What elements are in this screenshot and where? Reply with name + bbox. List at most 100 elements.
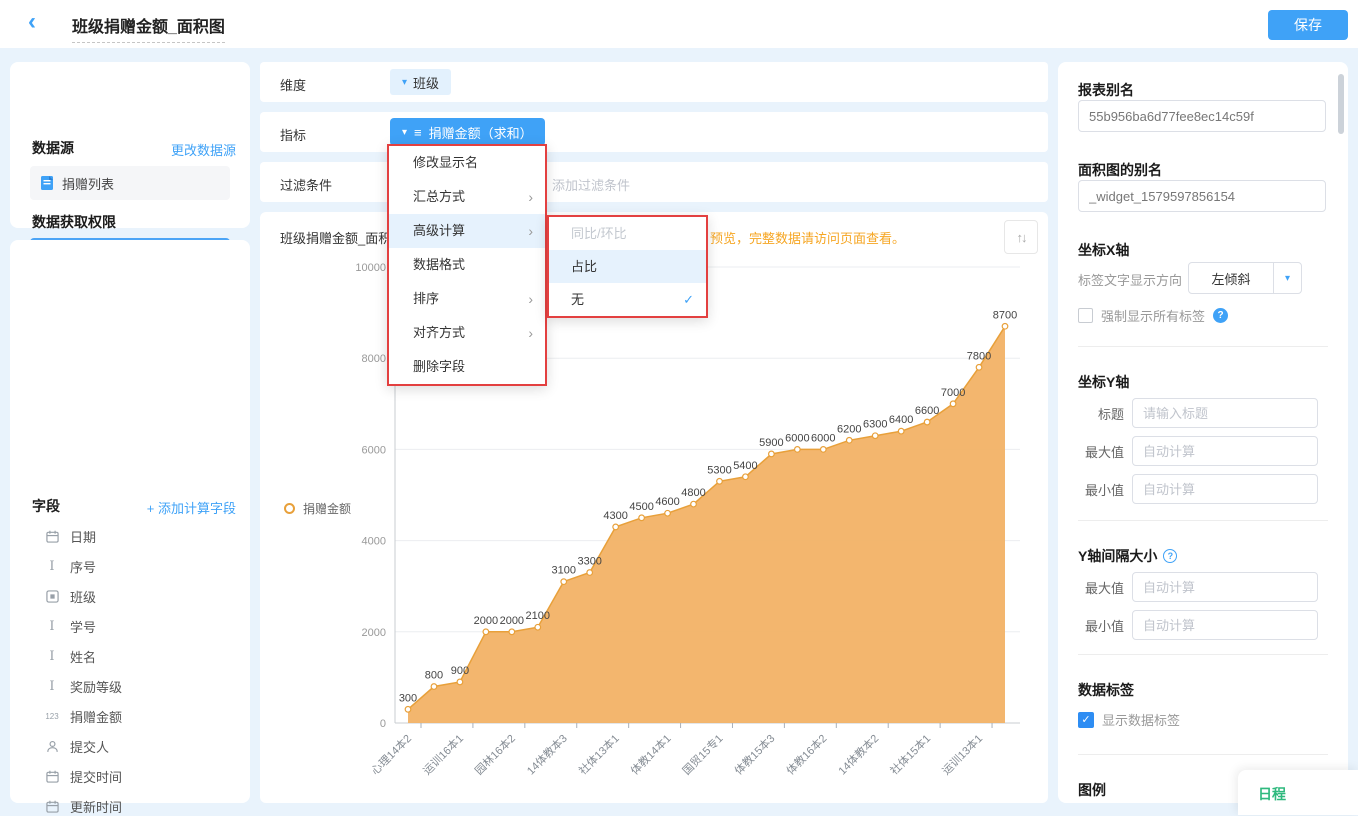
filter-row[interactable]: 过滤条件 添加过滤条件	[260, 162, 1048, 202]
divider	[1078, 654, 1328, 655]
y-axis-title-row: 标题	[1078, 398, 1318, 428]
widget-alias-title: 面积图的别名	[1078, 162, 1162, 178]
svg-text:国贸15专1: 国贸15专1	[679, 731, 725, 777]
menu-item-label: 排序	[413, 291, 440, 306]
svg-text:2000: 2000	[474, 615, 498, 627]
y-axis-min-input[interactable]	[1132, 474, 1318, 504]
y-axis-title-input[interactable]	[1132, 398, 1318, 428]
data-label-title: 数据标签	[1078, 682, 1134, 698]
datasource-item[interactable]: 捐赠列表	[30, 166, 230, 200]
field-item-submit-time[interactable]: 提交时间	[44, 766, 122, 786]
svg-text:4500: 4500	[629, 501, 653, 513]
top-header: ‹ 班级捐赠金额_面积图 保存	[0, 0, 1358, 48]
text-type-icon: I	[49, 618, 55, 634]
field-item-update-time[interactable]: 更新时间	[44, 796, 122, 816]
svg-text:7000: 7000	[941, 387, 965, 399]
field-item-submitter[interactable]: 提交人	[44, 736, 109, 756]
widget-alias-input[interactable]	[1078, 180, 1326, 212]
report-alias-input[interactable]	[1078, 100, 1326, 132]
metric-tag-label: 捐赠金额（求和）	[428, 125, 533, 141]
svg-text:3300: 3300	[577, 556, 601, 568]
schedule-widget[interactable]: 日程	[1238, 770, 1358, 815]
field-item-serial[interactable]: I 序号	[44, 556, 96, 576]
y-axis-row-label: 最大值	[1084, 444, 1124, 460]
y-interval-row-label: 最小值	[1084, 618, 1124, 634]
label-direction-select[interactable]: 左倾斜 ▾	[1188, 262, 1302, 294]
svg-text:8000: 8000	[362, 353, 386, 365]
dimension-tag[interactable]: ▾ 班级	[390, 69, 452, 95]
force-show-labels-checkbox[interactable]	[1078, 308, 1093, 323]
field-item-student-id[interactable]: I 学号	[44, 616, 96, 636]
field-item-date[interactable]: 日期	[44, 526, 96, 546]
svg-text:4000: 4000	[362, 536, 386, 548]
legend-section-title: 图例	[1078, 782, 1106, 798]
y-interval-min-input[interactable]	[1132, 610, 1318, 640]
field-item-name[interactable]: I 姓名	[44, 646, 96, 666]
svg-text:社体15本1: 社体15本1	[887, 731, 933, 777]
y-axis-row-label: 最小值	[1084, 482, 1124, 498]
svg-text:体教16本2: 体教16本2	[783, 731, 829, 777]
menu-item-rename[interactable]: 修改显示名	[389, 146, 545, 180]
divider	[1078, 346, 1328, 347]
field-label: 捐赠金额	[70, 709, 123, 725]
menu-item-delete-field[interactable]: 删除字段	[389, 350, 545, 384]
help-icon[interactable]: ?	[1163, 549, 1178, 563]
scrollbar-thumb[interactable]	[1338, 74, 1344, 134]
submenu-item-proportion[interactable]: 占比	[549, 250, 706, 283]
menu-item-sort[interactable]: 排序 ›	[389, 282, 545, 316]
add-calculated-field-link[interactable]: + 添加计算字段	[147, 498, 236, 517]
x-axis-title: 坐标X轴	[1078, 242, 1130, 258]
help-icon[interactable]: ?	[1213, 308, 1229, 323]
y-interval-row-label: 最大值	[1084, 580, 1124, 596]
show-data-labels-checkbox[interactable]: ✓	[1078, 711, 1094, 728]
text-type-icon: I	[49, 558, 55, 574]
settings-panel: 报表别名 面积图的别名 坐标X轴 标签文字显示方向 左倾斜 ▾ 强制显示所有标签…	[1058, 62, 1348, 803]
field-label: 日期	[70, 529, 97, 545]
menu-item-label: 对齐方式	[413, 325, 466, 340]
legend-label: 捐赠金额	[303, 502, 352, 516]
back-icon[interactable]: ‹	[28, 8, 36, 36]
menu-item-advanced-calc[interactable]: 高级计算 ›	[389, 214, 545, 248]
chevron-right-icon: ›	[528, 325, 533, 341]
svg-text:2000: 2000	[500, 615, 524, 627]
svg-text:社体13本1: 社体13本1	[576, 731, 622, 777]
field-label: 序号	[70, 559, 97, 575]
field-item-class[interactable]: 班级	[44, 586, 96, 606]
filter-placeholder: 添加过滤条件	[552, 178, 631, 193]
field-label: 姓名	[70, 649, 97, 665]
menu-item-alignment[interactable]: 对齐方式 ›	[389, 316, 545, 350]
chevron-down-icon: ▾	[402, 126, 408, 138]
legend-item[interactable]: 捐赠金额	[284, 500, 351, 517]
field-item-award-level[interactable]: I 奖励等级	[44, 676, 122, 696]
field-item-donation-amount[interactable]: 123 捐赠金额	[44, 706, 122, 726]
show-data-labels-label: 显示数据标签	[1102, 713, 1181, 728]
filter-label: 过滤条件	[280, 178, 333, 193]
change-datasource-link[interactable]: 更改数据源	[171, 140, 236, 159]
datasource-panel: 数据源 更改数据源 捐赠列表 数据获取权限 报表权限	[10, 62, 250, 272]
svg-text:运训13本1: 运训13本1	[939, 731, 985, 777]
svg-text:2100: 2100	[526, 610, 550, 622]
submenu-item-none[interactable]: 无 ✓	[549, 283, 706, 316]
svg-text:6000: 6000	[785, 432, 809, 444]
svg-text:5400: 5400	[733, 460, 757, 472]
menu-item-aggregation[interactable]: 汇总方式 ›	[389, 180, 545, 214]
y-interval-max-input[interactable]	[1132, 572, 1318, 602]
check-icon: ✓	[683, 292, 694, 307]
save-button[interactable]: 保存	[1268, 10, 1348, 40]
y-interval-min-row: 最小值	[1078, 610, 1318, 640]
menu-item-data-format[interactable]: 数据格式	[389, 248, 545, 282]
text-type-icon: I	[49, 648, 55, 664]
submenu-item-label: 占比	[571, 259, 598, 274]
svg-text:6400: 6400	[889, 414, 913, 426]
chevron-down-icon: ▾	[1273, 263, 1301, 293]
calendar-icon	[44, 530, 60, 543]
text-type-icon: I	[49, 678, 55, 694]
metric-tag[interactable]: ▾ ≡ 捐赠金额（求和）	[390, 118, 545, 146]
submenu-item-yoy[interactable]: 同比/环比	[549, 217, 706, 250]
svg-text:体教15本3: 体教15本3	[731, 731, 777, 777]
person-icon	[44, 740, 60, 753]
y-axis-title: 坐标Y轴	[1078, 374, 1130, 390]
y-axis-max-input[interactable]	[1132, 436, 1318, 466]
permission-title: 数据获取权限	[32, 214, 116, 230]
field-label: 提交时间	[70, 769, 123, 785]
